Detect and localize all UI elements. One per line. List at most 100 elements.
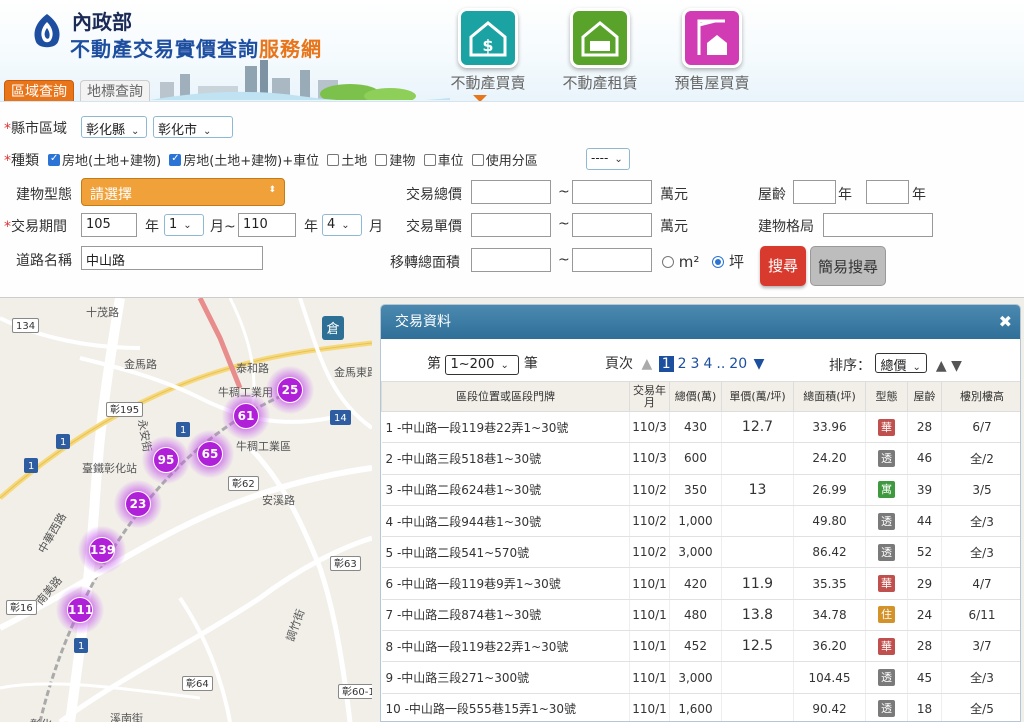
road-input[interactable]: 中山路	[81, 246, 263, 270]
building-type-select[interactable]: 請選擇 ⬍	[81, 178, 285, 206]
next-page-icon[interactable]: ▼	[754, 356, 765, 372]
cell-unit-price: 12.7	[721, 411, 794, 444]
table-row[interactable]: 6 -中山路一段119巷9弄1~30號 110/1 420 11.9 35.35 華 29 4…	[381, 567, 1020, 600]
map-label: 金馬路	[124, 358, 157, 371]
total-price-min-input[interactable]	[471, 180, 551, 204]
area-unit-ping-radio[interactable]: 坪	[712, 253, 744, 271]
period-from-year-input[interactable]: 105	[81, 213, 137, 237]
area-min-input[interactable]	[471, 248, 551, 272]
col-header-floor[interactable]: 樓別樓高	[941, 381, 1020, 412]
range-value: 1~200	[450, 357, 495, 372]
cell-unit-price: 11.9	[721, 567, 794, 600]
table-row[interactable]: 8 -中山路一段119巷22弄1~30號 110/1 452 12.5 36.20 華 28…	[381, 630, 1020, 663]
age-max-input[interactable]	[866, 180, 909, 204]
zoning-checkbox[interactable]: 使用分區	[471, 154, 538, 169]
period-to-year-input[interactable]: 110	[238, 213, 296, 237]
type-checkbox-house-land[interactable]: 房地(土地+建物)	[48, 153, 161, 169]
map-cluster-marker[interactable]: 61	[222, 392, 270, 440]
table-row[interactable]: 1 -中山路一段119巷22弄1~30號 110/3 430 12.7 33.96 華 28…	[381, 411, 1020, 444]
table-row[interactable]: 10 -中山路一段555巷15弄1~30號 110/1 1,600 90.42 透 18 全…	[381, 693, 1020, 721]
prev-page-icon[interactable]: ▲	[641, 356, 652, 372]
page-link[interactable]: 1	[658, 356, 674, 372]
period-from-month-select[interactable]: 1 ⌄	[164, 214, 204, 236]
col-header-date[interactable]: 交易年月	[629, 381, 670, 412]
map-cluster-marker[interactable]: 65	[186, 430, 234, 478]
table-row[interactable]: 4 -中山路二段944巷1~30號 110/2 1,000 49.80 透 44 全/3	[381, 505, 1020, 538]
close-icon[interactable]: ✖	[999, 305, 1012, 339]
type-checkbox-house-land-parking[interactable]: 房地(土地+建物)+車位	[169, 153, 319, 169]
page-label: 頁次	[605, 356, 633, 372]
chevron-down-icon: ⌄	[341, 220, 350, 231]
cell-total: 430	[669, 411, 722, 444]
cell-area: 35.35	[793, 567, 866, 600]
map-cluster-marker[interactable]: 95	[142, 436, 190, 484]
district-select[interactable]: 彰化市 ⌄	[153, 116, 233, 138]
table-row[interactable]: 7 -中山路二段874巷1~30號 110/1 480 13.8 34.78 住 24 6/1…	[381, 599, 1020, 632]
table-header-row: 區段位置或區段門牌 交易年月 總價(萬) 單價(萬/坪) 總面積(坪) 型態 屋…	[381, 381, 1020, 412]
cell-address: 10 -中山路一段555巷15弄1~30號	[381, 693, 630, 721]
cell-age: 29	[907, 567, 942, 600]
search-button[interactable]: 搜尋	[760, 246, 806, 286]
table-row[interactable]: 5 -中山路二段541~570號 110/2 3,000 86.42 透 52 全/3	[381, 536, 1020, 569]
map-view[interactable]: 倉 牛稠工業用牛稠工業區臺鐵彰化站安溪路金馬路金馬東路中華西路南美路永安街泰和路…	[0, 298, 372, 722]
map-cluster-marker[interactable]: 23	[114, 480, 162, 528]
tab-landmark-search[interactable]: 地標查詢	[80, 80, 150, 101]
cell-age: 24	[907, 599, 942, 632]
table-row[interactable]: 3 -中山路二段624巷1~30號 110/2 350 13 26.99 寓 39 3/5	[381, 474, 1020, 506]
age-min-input[interactable]	[793, 180, 836, 204]
cell-area: 86.42	[793, 536, 866, 569]
sort-select[interactable]: 總價 ⌄	[875, 353, 928, 374]
map-cluster-marker[interactable]: 25	[266, 366, 314, 414]
cell-floor: 全/3	[941, 505, 1020, 538]
page-link[interactable]: 4	[703, 356, 712, 372]
col-header-address[interactable]: 區段位置或區段門牌	[381, 381, 630, 412]
layout-input[interactable]	[823, 213, 933, 237]
cell-floor: 6/11	[941, 599, 1020, 632]
cluster-count: 95	[153, 447, 179, 473]
table-row[interactable]: 9 -中山路三段271~300號 110/1 3,000 104.45 透 45 全/3	[381, 661, 1020, 694]
tab-area-search[interactable]: 區域查詢	[4, 80, 74, 101]
cell-total: 1,000	[669, 505, 722, 538]
type-option-label: 車位	[437, 154, 464, 169]
area-label: 移轉總面積	[390, 255, 460, 271]
type-badge: 華	[878, 637, 895, 655]
sort-desc-icon[interactable]: ▼	[951, 358, 962, 374]
table-row[interactable]: 2 -中山路三段518巷1~30號 110/3 600 24.20 透 46 全/2	[381, 442, 1020, 475]
period-to-month-select[interactable]: 4 ⌄	[322, 214, 362, 236]
nav-real-estate-sale[interactable]: $ 不動產買賣	[433, 8, 543, 93]
nav-label: 不動產買賣	[450, 74, 526, 92]
area-unit-m2-radio[interactable]: m²	[662, 253, 699, 271]
page-link[interactable]: 2	[678, 356, 687, 372]
page-link[interactable]: 3	[691, 356, 700, 372]
area-max-input[interactable]	[572, 248, 652, 272]
type-checkbox-land[interactable]: 土地	[327, 154, 367, 169]
col-header-total[interactable]: 總價(萬)	[669, 381, 722, 412]
unit-price-max-input[interactable]	[572, 213, 652, 237]
county-select[interactable]: 彰化縣 ⌄	[81, 116, 147, 138]
col-header-age[interactable]: 屋齡	[907, 381, 942, 412]
ministry-logo-icon	[34, 14, 60, 48]
nav-presale-sale[interactable]: 預售屋買賣	[657, 8, 767, 93]
cell-floor: 全/3	[941, 536, 1020, 569]
nav-real-estate-rent[interactable]: 不動產租賃	[545, 8, 655, 93]
year-unit: 年	[912, 187, 926, 203]
col-header-unit-price[interactable]: 單價(萬/坪)	[721, 381, 794, 412]
sort-asc-icon[interactable]: ▲	[936, 358, 947, 374]
map-label: 溪南街	[110, 712, 143, 722]
road-shield: 14	[330, 410, 351, 425]
range-select[interactable]: 1~200 ⌄	[445, 355, 520, 375]
total-price-max-input[interactable]	[572, 180, 652, 204]
map-cluster-marker[interactable]: 111	[56, 586, 104, 634]
page-link[interactable]: 20	[729, 356, 747, 372]
col-header-area[interactable]: 總面積(坪)	[793, 381, 866, 412]
map-cluster-marker[interactable]: 139	[78, 526, 126, 574]
simple-search-button[interactable]: 簡易搜尋	[810, 246, 886, 286]
unit-price-min-input[interactable]	[471, 213, 551, 237]
site-header: 內政部 不動產交易實價查詢服務網 區域查詢 地標查詢 $ 不動產買賣 不動產租賃…	[0, 0, 1024, 102]
col-header-type[interactable]: 型態	[865, 381, 908, 412]
type-checkbox-parking[interactable]: 車位	[423, 154, 464, 169]
cell-type: 華	[865, 411, 908, 444]
zoning-select[interactable]: ---- ⌄	[586, 148, 630, 170]
chevron-down-icon: ⌄	[500, 360, 509, 371]
type-checkbox-building[interactable]: 建物	[375, 154, 415, 169]
